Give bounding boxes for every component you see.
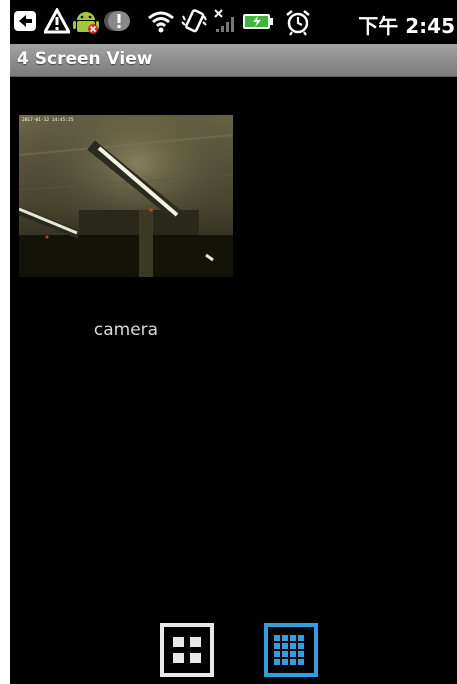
camera-timestamp: 2017-01-12 14:45:25 bbox=[22, 117, 74, 123]
four-screen-layout-icon bbox=[160, 623, 214, 677]
four-screen-layout-button[interactable] bbox=[159, 622, 215, 678]
status-bar: 下午 2:45 bbox=[10, 0, 457, 44]
wifi-icon bbox=[146, 8, 176, 38]
camera-feed[interactable]: 2017-01-12 14:45:25 bbox=[19, 115, 233, 277]
warning-icon bbox=[42, 6, 72, 38]
page-title: 4 Screen View bbox=[17, 49, 153, 69]
title-bar: 4 Screen View bbox=[10, 44, 457, 77]
alarm-icon bbox=[284, 8, 312, 40]
camera-tile[interactable]: 2017-01-12 14:45:25 camera bbox=[19, 115, 233, 350]
no-signal-icon bbox=[213, 8, 239, 38]
camera-name-label: camera bbox=[93, 320, 159, 340]
camera-snapshot: 2017-01-12 14:45:25 bbox=[19, 115, 233, 277]
vibrate-icon bbox=[180, 8, 208, 38]
app-screen: 下午 2:45 4 Screen View 2017-01-12 14:45:2… bbox=[10, 0, 457, 684]
nine-screen-grid-layout-icon bbox=[264, 623, 318, 677]
notification-icon bbox=[103, 8, 133, 38]
android-debug-icon bbox=[72, 8, 100, 40]
back-arrow-icon bbox=[12, 8, 38, 38]
battery-charging-icon bbox=[242, 8, 274, 38]
status-time: 下午 2:45 bbox=[358, 14, 455, 38]
nine-screen-grid-layout-button[interactable] bbox=[263, 622, 319, 678]
